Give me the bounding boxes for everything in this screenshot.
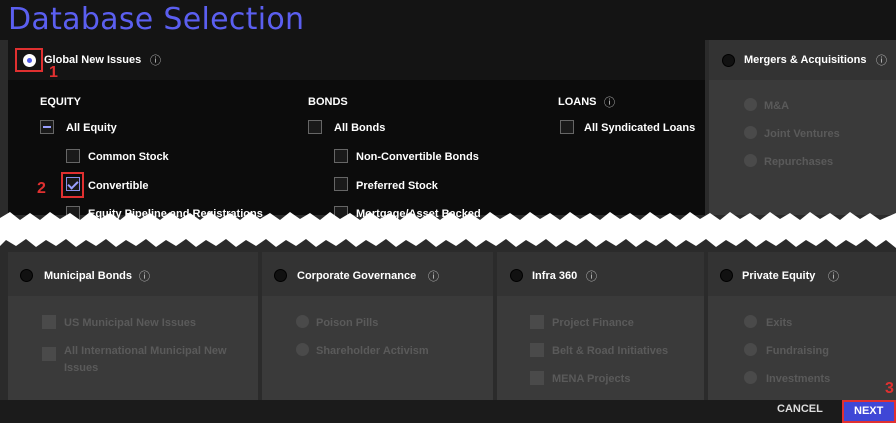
corporate-governance-label: Corporate Governance — [297, 270, 417, 282]
belt-road-checkbox — [530, 343, 544, 357]
convertible-label: Convertible — [88, 180, 149, 192]
private-equity-radio[interactable] — [720, 269, 733, 282]
title-bar: Database Selection — [0, 0, 896, 40]
non-convertible-bonds-checkbox[interactable] — [334, 149, 348, 163]
infra-360-header — [497, 252, 704, 296]
equity-header: EQUITY — [40, 96, 81, 108]
joint-ventures-radio — [744, 126, 757, 139]
step-marker-1: 1 — [49, 64, 58, 81]
mena-projects-label: MENA Projects — [552, 373, 631, 385]
us-municipal-checkbox — [42, 315, 56, 329]
intl-municipal-label-cont: Issues — [64, 362, 99, 374]
intl-municipal-checkbox — [42, 347, 56, 361]
belt-road-label: Belt & Road Initiatives — [552, 345, 669, 357]
fundraising-radio — [744, 343, 757, 356]
preferred-stock-label: Preferred Stock — [356, 180, 438, 192]
municipal-bonds-radio[interactable] — [20, 269, 33, 282]
loans-info-icon[interactable]: ⓘ — [604, 94, 615, 110]
joint-ventures-label: Joint Ventures — [764, 128, 840, 140]
investments-label: Investments — [766, 373, 831, 385]
infra-360-label: Infra 360 — [532, 270, 578, 282]
next-button-label: NEXT — [854, 405, 884, 417]
all-syndicated-loans-label: All Syndicated Loans — [584, 122, 696, 134]
global-new-issues-radio[interactable] — [23, 54, 36, 67]
private-equity-info-icon[interactable]: ⓘ — [828, 268, 839, 284]
mergers-radio[interactable] — [722, 54, 735, 67]
municipal-bonds-label: Municipal Bonds — [44, 270, 132, 282]
us-municipal-label: US Municipal New Issues — [64, 317, 197, 329]
all-bonds-checkbox[interactable] — [308, 120, 322, 134]
page-title: Database Selection — [8, 2, 305, 37]
next-button[interactable]: NEXT — [842, 400, 896, 423]
project-finance-checkbox — [530, 315, 544, 329]
info-icon[interactable]: ⓘ — [150, 52, 161, 68]
torn-edge-divider — [0, 212, 896, 248]
governance-info-icon[interactable]: ⓘ — [428, 268, 439, 284]
repurchases-radio — [744, 154, 757, 167]
global-new-issues-label: Global New Issues — [44, 54, 142, 66]
intl-municipal-label: All International Municipal New — [64, 345, 227, 357]
exits-radio — [744, 315, 757, 328]
step-marker-2: 2 — [37, 180, 46, 197]
municipal-info-icon[interactable]: ⓘ — [139, 268, 150, 284]
mergers-label: Mergers & Acquisitions — [744, 54, 867, 66]
non-convertible-bonds-label: Non-Convertible Bonds — [356, 151, 479, 163]
preferred-stock-checkbox[interactable] — [334, 177, 348, 191]
mena-projects-checkbox — [530, 371, 544, 385]
mergers-info-icon[interactable]: ⓘ — [876, 52, 887, 68]
investments-radio — [744, 371, 757, 384]
ma-radio — [744, 98, 757, 111]
poison-pills-radio — [296, 315, 309, 328]
infra-360-radio[interactable] — [510, 269, 523, 282]
fundraising-label: Fundraising — [766, 345, 829, 357]
common-stock-label: Common Stock — [88, 151, 169, 163]
poison-pills-label: Poison Pills — [316, 317, 379, 329]
footer-bar — [0, 400, 896, 423]
private-equity-label: Private Equity — [742, 270, 816, 282]
step-marker-3: 3 — [885, 380, 894, 397]
all-equity-label: All Equity — [66, 122, 117, 134]
all-equity-checkbox[interactable] — [40, 120, 54, 134]
shareholder-activism-radio — [296, 343, 309, 356]
all-syndicated-loans-checkbox[interactable] — [560, 120, 574, 134]
loans-header: LOANS — [558, 96, 597, 108]
corporate-governance-radio[interactable] — [274, 269, 287, 282]
bonds-header: BONDS — [308, 96, 348, 108]
exits-label: Exits — [766, 317, 793, 329]
shareholder-activism-label: Shareholder Activism — [316, 345, 429, 357]
repurchases-label: Repurchases — [764, 156, 834, 168]
cancel-button[interactable]: CANCEL — [777, 403, 823, 415]
common-stock-checkbox[interactable] — [66, 149, 80, 163]
project-finance-label: Project Finance — [552, 317, 634, 329]
ma-label: M&A — [764, 100, 790, 112]
all-bonds-label: All Bonds — [334, 122, 386, 134]
infra-info-icon[interactable]: ⓘ — [586, 268, 597, 284]
torn-edge-shape — [0, 212, 896, 248]
convertible-checkbox[interactable] — [66, 177, 80, 191]
